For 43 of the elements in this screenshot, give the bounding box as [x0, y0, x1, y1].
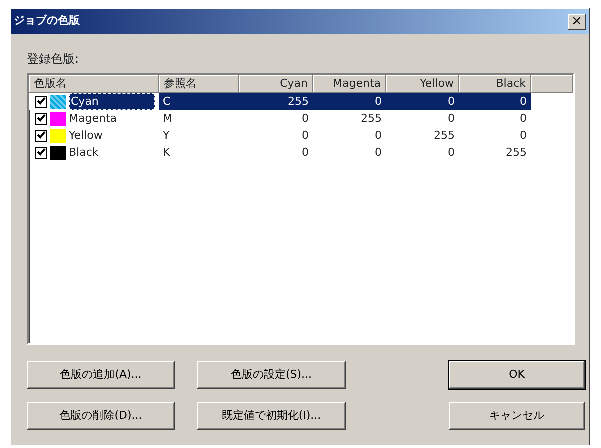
column-header[interactable]: 参照名	[159, 75, 239, 93]
table-cell-text: 255	[360, 111, 383, 127]
table-cell-text: 0	[301, 145, 310, 161]
dialog-button[interactable]: 色版の追加(A)...	[27, 361, 175, 389]
column-header[interactable]: Yellow	[386, 75, 459, 93]
dialog-button[interactable]: キャンセル	[449, 402, 585, 430]
table-cell-text: 0	[301, 128, 310, 144]
checkbox[interactable]	[35, 146, 47, 158]
table-cell: 0	[313, 93, 386, 110]
table-cell: 0	[386, 93, 459, 110]
table-cell-text: 0	[519, 111, 528, 127]
column-header[interactable]: Black	[459, 75, 531, 93]
table-cell-text: M	[162, 111, 174, 127]
column-header[interactable]: 色版名	[29, 75, 159, 93]
list-label: 登録色版:	[27, 51, 80, 68]
dialog-button[interactable]: 既定値で初期化(I)...	[197, 402, 346, 430]
table-cell-text: 0	[447, 111, 456, 127]
dialog-button[interactable]: 色版の設定(S)...	[197, 361, 346, 389]
column-header[interactable]: Cyan	[239, 75, 313, 93]
checkbox[interactable]	[35, 96, 47, 108]
dialog-button[interactable]: OK	[449, 361, 585, 389]
table-cell-text: 0	[301, 111, 310, 127]
table-cell[interactable]: Black	[69, 144, 99, 161]
checkbox[interactable]	[35, 130, 47, 142]
table-cell-text: Y	[162, 128, 171, 144]
table-cell: 0	[459, 93, 531, 110]
table-cell-text: 0	[374, 128, 383, 144]
table-cell-text: 0	[447, 145, 456, 161]
dialog-button[interactable]: 色版の削除(D)...	[27, 402, 175, 430]
close-button[interactable]: ×	[568, 14, 586, 30]
table-cell: 255	[239, 93, 313, 110]
checkbox[interactable]	[35, 112, 47, 124]
table-cell-text: 255	[433, 128, 456, 144]
table-cell[interactable]: Cyan	[69, 93, 155, 110]
table-cell[interactable]: Magenta	[69, 110, 118, 127]
table-cell[interactable]: Yellow	[69, 127, 103, 144]
column-header[interactable]: Magenta	[313, 75, 386, 93]
window-title: ジョブの色版	[14, 13, 80, 30]
table-cell-text: K	[162, 145, 172, 161]
table-cell-text: 0	[519, 128, 528, 144]
table-cell-text: 0	[374, 145, 383, 161]
table-cell: C	[159, 93, 239, 110]
table-cell-text: 255	[505, 145, 528, 161]
